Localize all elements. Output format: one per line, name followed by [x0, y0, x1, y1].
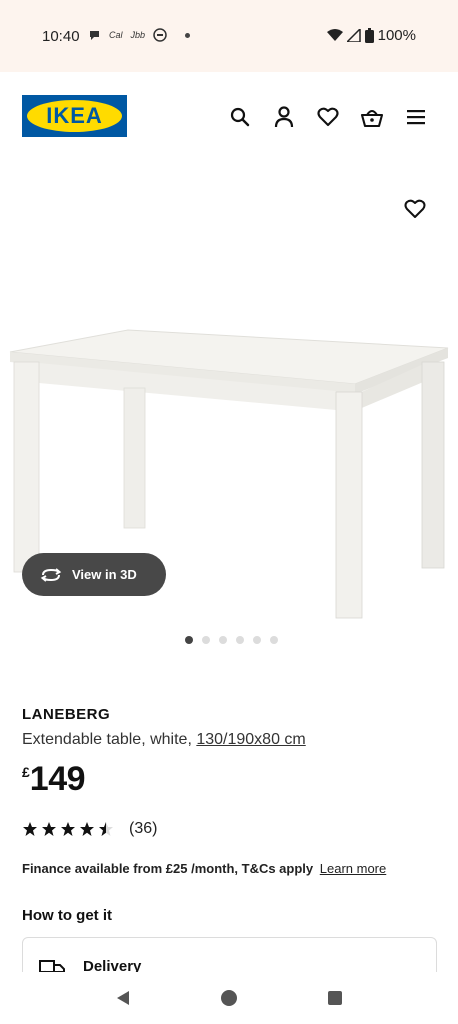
product-description: Extendable table, white, 130/190x80 cm	[22, 731, 306, 749]
rating-count: (36)	[129, 820, 158, 837]
gallery-dot-5[interactable]	[252, 636, 261, 644]
star-full-icon	[61, 822, 75, 836]
heart-icon[interactable]	[316, 105, 340, 129]
recents-square-icon	[328, 991, 342, 1005]
app-notification-icon-2: Jbb	[130, 30, 146, 40]
finance-text: Finance available from £25 /month, T&Cs …	[22, 861, 314, 876]
system-nav-bar	[0, 972, 458, 1024]
shield-notification-icon	[153, 28, 167, 42]
menu-icon[interactable]	[404, 105, 428, 129]
signal-icon	[346, 29, 361, 42]
product-name: LANEBERG	[22, 706, 111, 723]
finance-info: Finance available from £25 /month, T&Cs …	[22, 861, 386, 876]
header-icons	[228, 105, 428, 129]
gallery-dot-2[interactable]	[201, 636, 210, 644]
battery-percent: 100%	[377, 27, 416, 44]
rotate-3d-icon	[40, 567, 62, 582]
star-full-icon	[80, 822, 94, 836]
status-time: 10:40	[42, 28, 80, 45]
logo-oval: IKEA	[27, 100, 122, 132]
back-button[interactable]	[111, 986, 135, 1010]
product-description-text: Extendable table, white,	[22, 731, 192, 748]
logo-text: IKEA	[46, 103, 103, 128]
price-currency: £	[22, 764, 30, 780]
ikea-logo[interactable]: IKEA	[22, 95, 127, 137]
search-icon[interactable]	[228, 105, 252, 129]
product-rating[interactable]: (36)	[22, 820, 157, 838]
battery-icon	[364, 28, 374, 43]
app-notification-icon: Cal	[109, 30, 123, 40]
gallery-pagination	[0, 636, 458, 644]
product-price: £ 149	[22, 760, 86, 799]
gallery-dot-3[interactable]	[218, 636, 227, 644]
gallery-dot-1[interactable]	[184, 636, 193, 644]
learn-more-link[interactable]: Learn more	[320, 861, 386, 876]
save-favourite-icon[interactable]	[404, 198, 426, 220]
status-right: 100%	[326, 27, 416, 44]
how-to-get-it-heading: How to get it	[22, 907, 112, 924]
price-value: 149	[29, 760, 86, 798]
site-header: IKEA	[0, 72, 458, 162]
wifi-icon	[326, 29, 343, 41]
view-in-3d-label: View in 3D	[72, 567, 137, 582]
status-bar: 10:40 Cal Jbb 100%	[0, 0, 458, 72]
view-in-3d-button[interactable]: View in 3D	[22, 553, 166, 596]
gallery-dot-4[interactable]	[235, 636, 244, 644]
account-icon[interactable]	[272, 105, 296, 129]
back-triangle-icon	[117, 991, 129, 1005]
star-half-icon	[99, 822, 113, 836]
star-full-icon	[23, 822, 37, 836]
product-gallery[interactable]: View in 3D	[0, 162, 458, 622]
home-button[interactable]	[217, 986, 241, 1010]
home-circle-icon	[221, 990, 237, 1006]
product-size-link[interactable]: 130/190x80 cm	[196, 731, 305, 748]
basket-icon[interactable]	[360, 105, 384, 129]
star-full-icon	[42, 822, 56, 836]
more-notifications-dot	[185, 32, 191, 38]
recents-button[interactable]	[323, 986, 347, 1010]
chat-notification-icon	[90, 30, 99, 40]
notification-icons: Cal Jbb	[88, 28, 191, 42]
gallery-dot-6[interactable]	[269, 636, 278, 644]
